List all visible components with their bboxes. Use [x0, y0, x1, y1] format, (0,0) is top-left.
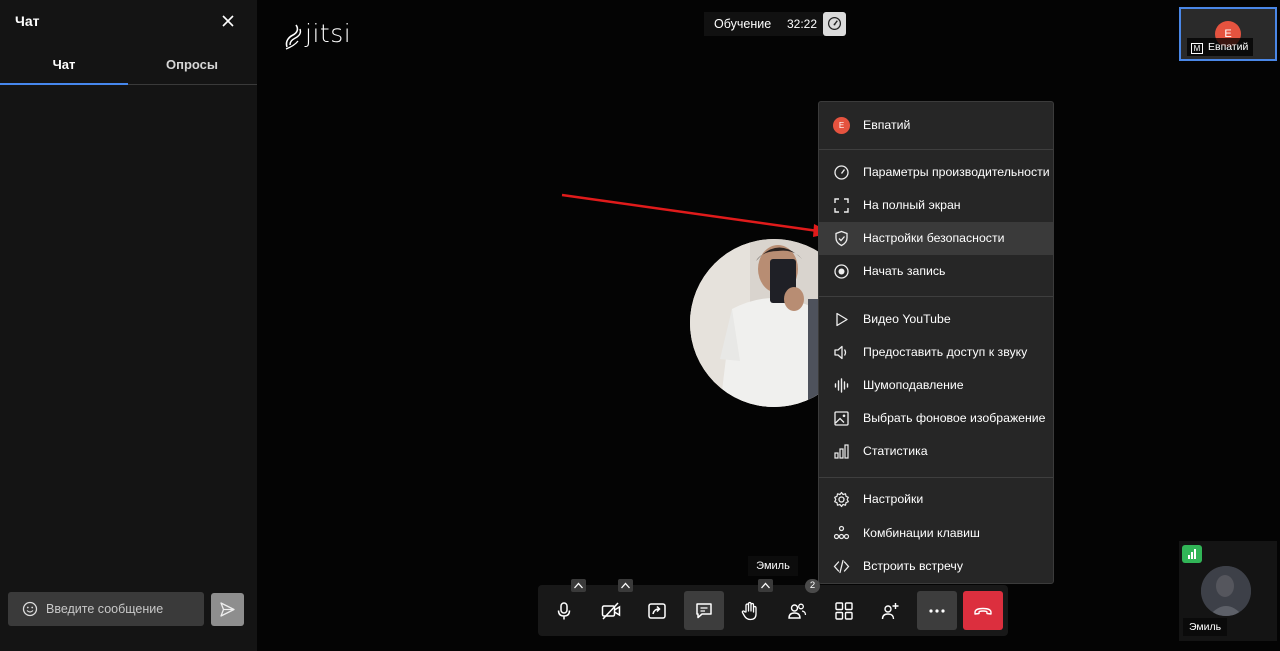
- menu-item-statistics[interactable]: Статистика: [819, 435, 1053, 468]
- jitsi-meeting-window: Чат Чат Опросы jitsi Обучение 32:22: [0, 0, 1280, 651]
- menu-item-start-recording[interactable]: Начать запись: [819, 255, 1053, 288]
- chat-button[interactable]: [684, 591, 724, 630]
- menu-item-label: Начать запись: [863, 264, 946, 278]
- stats-icon: [833, 443, 850, 460]
- microphone-icon: [557, 602, 571, 620]
- participant-thumbnail-photo: [1201, 566, 1251, 616]
- menu-item-label: Параметры производительности: [863, 165, 1050, 179]
- speaker-name-label: Эмиль: [748, 556, 798, 576]
- jitsi-logo-text: jitsi: [305, 19, 352, 48]
- play-icon: [833, 311, 850, 328]
- menu-item-youtube-video[interactable]: Видео YouTube: [819, 303, 1053, 336]
- connection-signal-icon[interactable]: [1182, 545, 1202, 563]
- participants-count-badge: 2: [805, 579, 820, 593]
- avatar: E: [833, 117, 850, 134]
- fullscreen-icon: [833, 197, 850, 214]
- menu-item-label: Настройки: [863, 492, 924, 506]
- invite-button[interactable]: [870, 591, 910, 630]
- self-thumbnail[interactable]: E M Евпатий: [1179, 7, 1277, 61]
- menu-divider: [819, 477, 1053, 478]
- menu-item-label: Евпатий: [863, 118, 911, 132]
- chevron-up-icon: [574, 582, 583, 589]
- chat-tabs: Чат Опросы: [0, 50, 257, 85]
- more-icon: [929, 609, 945, 613]
- menu-item-keyboard-shortcuts[interactable]: Комбинации клавиш: [819, 517, 1053, 550]
- menu-item-settings[interactable]: Настройки: [819, 483, 1053, 516]
- video-options-button[interactable]: [618, 579, 633, 592]
- gauge-icon: [833, 164, 850, 181]
- send-button[interactable]: [211, 593, 244, 626]
- performance-button[interactable]: [823, 12, 846, 36]
- menu-item-label: Встроить встречу: [863, 559, 963, 573]
- reactions-options-button[interactable]: [758, 579, 773, 592]
- gear-icon: [833, 491, 850, 508]
- camera-button[interactable]: [591, 591, 631, 630]
- menu-item-label: Выбрать фоновое изображение: [863, 411, 1046, 425]
- keyboard-icon: [833, 525, 850, 542]
- more-actions-menu: E Евпатий Параметры производительности Н…: [818, 101, 1054, 584]
- menu-item-label: Настройки безопасности: [863, 231, 1005, 245]
- add-user-icon: [881, 603, 899, 620]
- emoji-icon[interactable]: [22, 601, 38, 617]
- menu-divider: [819, 149, 1053, 150]
- menu-item-share-audio[interactable]: Предоставить доступ к звуку: [819, 336, 1053, 369]
- chat-panel-title: Чат: [15, 13, 40, 29]
- chevron-up-icon: [621, 582, 630, 589]
- grid-icon: [835, 602, 853, 620]
- menu-item-label: Видео YouTube: [863, 312, 951, 326]
- send-icon: [220, 602, 235, 617]
- hangup-button[interactable]: [963, 591, 1003, 630]
- menu-item-label: Шумоподавление: [863, 378, 964, 392]
- self-name: Евпатий: [1208, 41, 1249, 53]
- menu-item-profile[interactable]: E Евпатий: [819, 109, 1053, 142]
- camera-off-icon: [601, 602, 621, 620]
- menu-item-select-background[interactable]: Выбрать фоновое изображение: [819, 402, 1053, 435]
- meeting-toolbar: 2: [538, 579, 1008, 636]
- jitsi-logo: jitsi: [283, 19, 351, 51]
- hangup-icon: [974, 607, 992, 615]
- raise-hand-button[interactable]: [730, 591, 770, 630]
- menu-item-fullscreen[interactable]: На полный экран: [819, 189, 1053, 222]
- participant-thumbnail[interactable]: Эмиль: [1179, 541, 1277, 641]
- menu-item-label: Комбинации клавиш: [863, 526, 980, 540]
- meeting-timer: 32:22: [781, 12, 824, 36]
- tab-chat[interactable]: Чат: [0, 50, 128, 85]
- noise-icon: [833, 377, 850, 394]
- menu-item-embed-meeting[interactable]: Встроить встречу: [819, 550, 1053, 583]
- hand-icon: [741, 601, 757, 621]
- close-icon[interactable]: [218, 11, 238, 31]
- participants-button[interactable]: [777, 591, 817, 630]
- chevron-up-icon: [761, 582, 770, 589]
- gauge-icon: [827, 16, 842, 31]
- more-actions-button[interactable]: [917, 591, 957, 630]
- chat-icon: [696, 603, 712, 619]
- speaker-icon: [833, 344, 850, 361]
- screen-share-icon: [648, 603, 666, 619]
- participant-name-label: Эмиль: [1183, 618, 1228, 636]
- meeting-title: Обучение: [704, 12, 782, 36]
- audio-options-button[interactable]: [571, 579, 586, 592]
- participants-icon: [788, 603, 807, 619]
- self-name-label: M Евпатий: [1187, 38, 1254, 56]
- moderator-icon: M: [1191, 43, 1203, 54]
- record-icon: [833, 263, 850, 280]
- image-icon: [833, 410, 850, 427]
- menu-item-security-settings[interactable]: Настройки безопасности: [819, 222, 1053, 255]
- tab-polls[interactable]: Опросы: [128, 50, 256, 85]
- menu-item-label: Предоставить доступ к звуку: [863, 345, 1028, 359]
- menu-item-noise-suppression[interactable]: Шумоподавление: [819, 369, 1053, 402]
- chat-input-container: [8, 592, 204, 626]
- embed-icon: [833, 558, 850, 575]
- jitsi-logo-icon: [285, 24, 302, 50]
- menu-item-label: На полный экран: [863, 198, 961, 212]
- menu-divider: [819, 296, 1053, 297]
- screen-share-button[interactable]: [637, 591, 677, 630]
- microphone-button[interactable]: [544, 591, 584, 630]
- chat-message-input[interactable]: [46, 592, 198, 626]
- menu-item-performance-settings[interactable]: Параметры производительности: [819, 156, 1053, 189]
- chat-panel: Чат Чат Опросы: [0, 0, 257, 651]
- tile-view-button[interactable]: [824, 591, 864, 630]
- shield-icon: [833, 230, 850, 247]
- menu-item-label: Статистика: [863, 444, 928, 458]
